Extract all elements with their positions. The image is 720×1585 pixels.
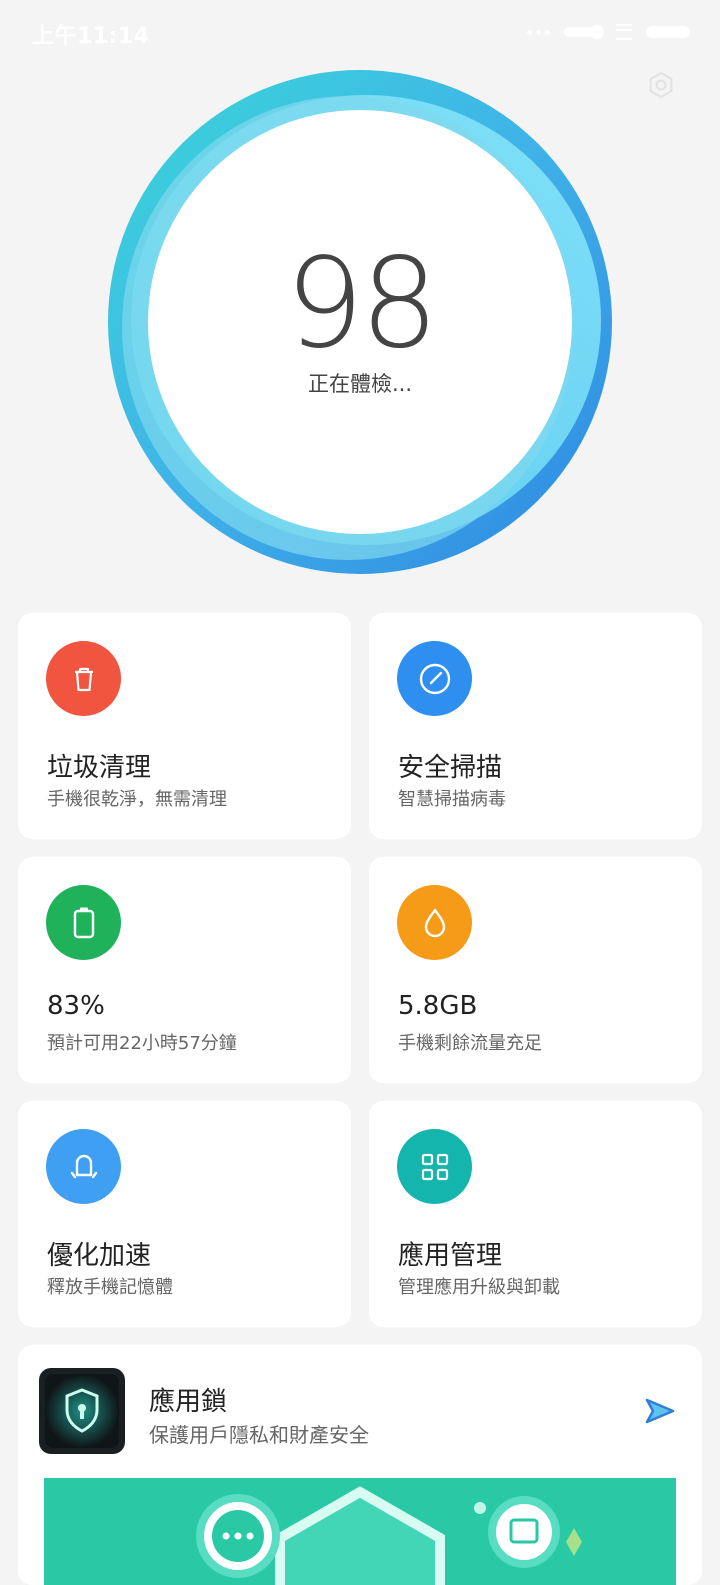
junk-clean-card[interactable]: 垃圾清理 手機很乾淨，無需清理	[18, 613, 351, 839]
card-title: 應用管理	[398, 1241, 503, 1271]
security-scan-card[interactable]: 安全掃描 智慧掃描病毒	[369, 613, 702, 839]
card-title: 優化加速	[47, 1241, 152, 1271]
battery-icon	[46, 885, 121, 960]
app-lock-card[interactable]: 應用鎖 保護用戶隱私和財產安全	[18, 1345, 702, 1585]
battery-status-icon	[646, 26, 690, 38]
trash-icon	[46, 641, 121, 716]
wifi-icon	[616, 24, 632, 40]
card-subtitle: 手機剩餘流量充足	[398, 1033, 542, 1054]
data-usage-card[interactable]: 5.8GB 手機剩餘流量充足	[369, 857, 702, 1083]
shield-lock-icon	[39, 1368, 125, 1454]
card-subtitle: 手機很乾淨，無需清理	[47, 789, 227, 810]
card-title: 5.8GB	[398, 991, 478, 1021]
card-subtitle: 智慧掃描病毒	[398, 789, 506, 810]
grid-apps-icon	[397, 1129, 472, 1204]
app-manager-card[interactable]: 應用管理 管理應用升級與卸載	[369, 1101, 702, 1327]
status-icons	[527, 24, 690, 40]
signal-icon	[564, 25, 604, 39]
status-bar: 上午11:14	[0, 0, 720, 66]
battery-card[interactable]: 83% 預計可用22小時57分鐘	[18, 857, 351, 1083]
optimize-card[interactable]: 優化加速 釋放手機記憶體	[18, 1101, 351, 1327]
app-lock-title: 應用鎖	[149, 1387, 228, 1417]
health-score: 98	[285, 232, 439, 376]
droplet-icon	[397, 885, 472, 960]
send-arrow-icon[interactable]	[644, 1397, 676, 1425]
card-subtitle: 預計可用22小時57分鐘	[47, 1033, 237, 1054]
more-dots-icon	[527, 29, 550, 35]
card-title: 83%	[47, 991, 105, 1021]
bell-boost-icon	[46, 1129, 121, 1204]
app-lock-banner	[44, 1478, 676, 1585]
gear-icon[interactable]	[646, 70, 676, 100]
card-title: 安全掃描	[398, 753, 503, 783]
health-status-text: 正在體檢...	[307, 372, 413, 396]
status-time: 上午11:14	[32, 24, 150, 49]
scan-gauge-icon	[397, 641, 472, 716]
card-subtitle: 管理應用升級與卸載	[398, 1277, 560, 1298]
card-title: 垃圾清理	[47, 753, 152, 783]
card-subtitle: 釋放手機記憶體	[47, 1277, 173, 1298]
app-lock-subtitle: 保護用戶隱私和財產安全	[149, 1423, 369, 1447]
